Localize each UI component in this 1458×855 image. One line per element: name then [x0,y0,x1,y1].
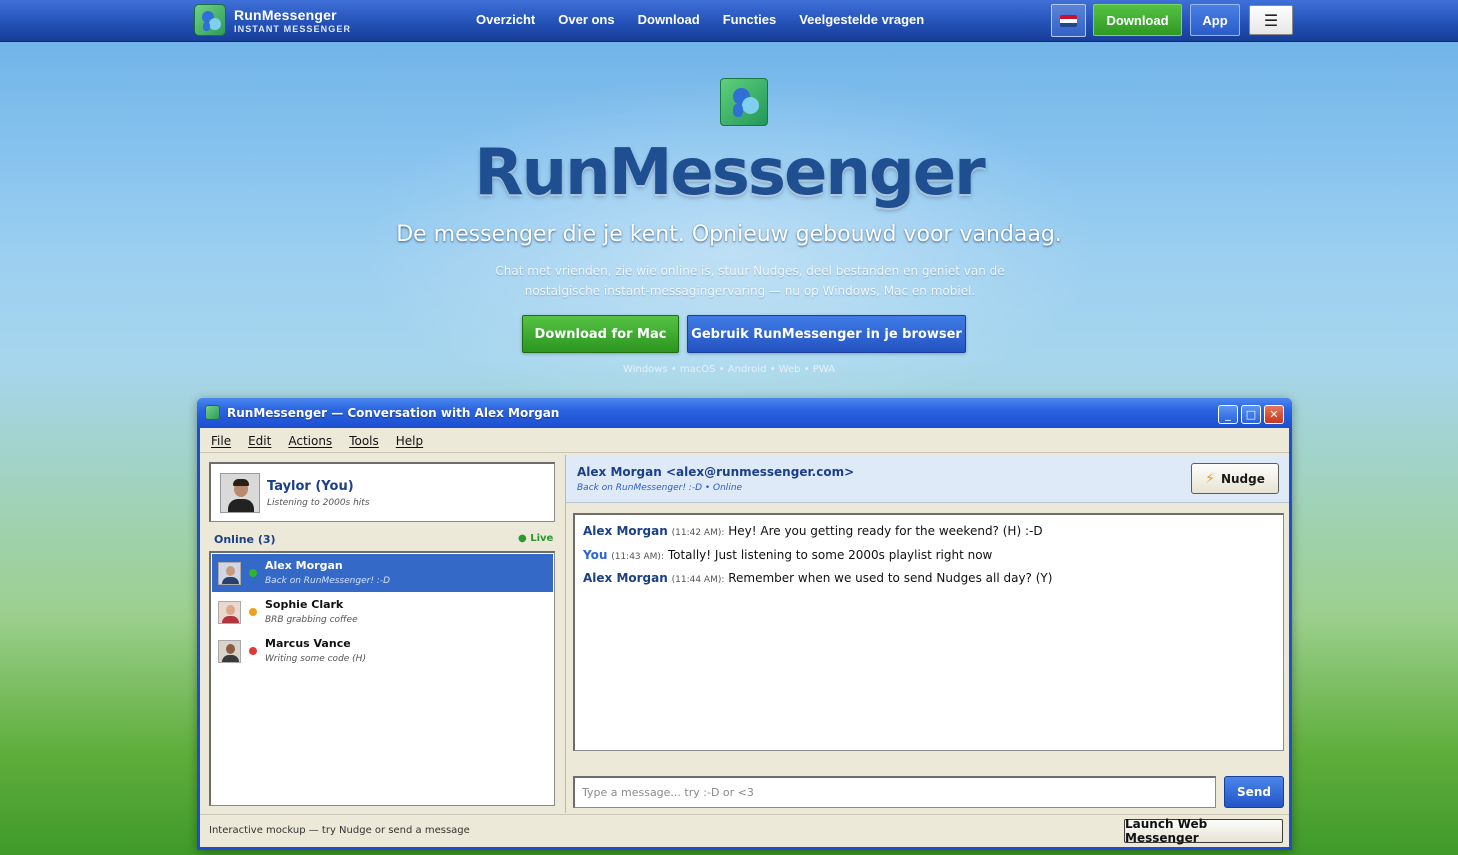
menubar: File Edit Actions Tools Help [200,428,1289,452]
presence-busy-icon [249,647,257,655]
message-input[interactable] [575,778,1215,807]
contact-name: Alex Morgan [265,559,343,572]
pane-splitter[interactable] [565,455,566,813]
contact-name: Sophie Clark [265,598,344,611]
my-display-name[interactable]: Taylor (You) [267,479,354,494]
window-app-icon [205,405,220,420]
maximize-button[interactable]: □ [1241,405,1261,424]
close-button[interactable]: ✕ [1264,405,1284,424]
nav-download-button[interactable]: Download [1093,4,1182,36]
menu-tools[interactable]: Tools [349,428,379,452]
presence-online-icon [249,569,257,577]
message-time: (11:42 AM): [671,528,725,538]
runmessenger-logo-icon [194,4,226,36]
nav-link-faq[interactable]: Veelgestelde vragen [799,12,924,27]
brand-subtitle: INSTANT MESSENGER [234,23,352,34]
download-mac-button[interactable]: Download for Mac [522,315,679,353]
message-history[interactable]: Alex Morgan (11:42 AM): Hey! Are you get… [573,513,1284,751]
message-sender: Alex Morgan [583,524,668,538]
menu-help[interactable]: Help [396,428,423,452]
launch-web-messenger-button[interactable]: Launch Web Messenger [1124,817,1283,845]
my-status-message[interactable]: Listening to 2000s hits [267,498,370,508]
nav-link-download[interactable]: Download [638,12,700,27]
nav-app-button[interactable]: App [1190,4,1240,36]
window-title: RunMessenger — Conversation with Alex Mo… [227,406,560,420]
recipient-status: Back on RunMessenger! :-D • Online [577,483,743,493]
contact-sophie-clark[interactable]: Sophie Clark BRB grabbing coffee [212,593,553,631]
presence-away-icon [249,608,257,616]
contact-marcus-vance[interactable]: Marcus Vance Writing some code (H) [212,632,553,670]
send-button[interactable]: Send [1224,776,1284,808]
nav-link-over-ons[interactable]: Over ons [558,12,614,27]
flag-nl-icon [1060,14,1077,27]
maximize-icon: □ [1245,408,1257,421]
message-text: Remember when we used to send Nudges all… [728,571,1053,585]
message-sender: Alex Morgan [583,571,668,585]
contacts-pane: Taylor (You) Listening to 2000s hits Onl… [200,455,565,813]
avatar [218,562,241,585]
message: Alex Morgan (11:44 AM): Remember when we… [583,571,1052,585]
my-profile-card[interactable]: Taylor (You) Listening to 2000s hits [209,462,555,522]
contact-status: Back on RunMessenger! :-D [265,576,390,586]
close-icon: ✕ [1269,408,1279,421]
hero-description: Chat met vrienden, zie wie online is, st… [495,264,1005,298]
minimize-icon: _ [1225,408,1231,421]
status-bar-text: Interactive mockup — try Nudge or send a… [209,825,470,836]
hero-tagline: De messenger die je kent. Opnieuw gebouw… [396,222,1062,247]
live-indicator: ● Live [518,533,554,544]
message-text: Totally! Just listening to some 2000s pl… [667,548,993,562]
message-time: (11:43 AM): [611,552,664,562]
nav-links: Overzicht Over ons Download Functies Vee… [476,12,924,27]
brand-title: RunMessenger [234,6,337,23]
lightning-icon: ⚡ [1205,470,1215,487]
hamburger-icon: ☰ [1263,10,1279,30]
nav-link-overzicht[interactable]: Overzicht [476,12,535,27]
menu-button[interactable]: ☰ [1249,5,1293,35]
my-avatar[interactable] [220,473,260,513]
message-time: (11:44 AM): [671,575,725,585]
brand-text: RunMessenger INSTANT MESSENGER [234,7,351,34]
menu-edit[interactable]: Edit [248,428,271,452]
avatar [218,640,241,663]
menu-file[interactable]: File [211,428,231,452]
language-button[interactable] [1051,4,1086,37]
menu-divider [200,452,1289,453]
nudge-button[interactable]: ⚡ Nudge [1191,463,1279,494]
use-in-browser-button[interactable]: Gebruik RunMessenger in je browser [687,315,966,353]
message-composer [573,776,1216,808]
status-divider [200,814,1289,815]
online-group-header[interactable]: Online (3) [214,533,276,546]
message: You (11:43 AM): Totally! Just listening … [583,548,992,562]
message: Alex Morgan (11:42 AM): Hey! Are you get… [583,524,1043,538]
contact-alex-morgan[interactable]: Alex Morgan Back on RunMessenger! :-D [212,554,553,592]
recipient-name: Alex Morgan <alex@runmessenger.com> [577,465,855,479]
contact-status: Writing some code (H) [265,654,366,664]
nudge-label: Nudge [1220,471,1265,486]
menu-actions[interactable]: Actions [288,428,332,452]
avatar [218,601,241,624]
brand[interactable]: RunMessenger INSTANT MESSENGER [194,4,351,36]
contact-status: BRB grabbing coffee [265,615,358,625]
window-titlebar[interactable]: RunMessenger — Conversation with Alex Mo… [197,398,1292,428]
nav-link-functies[interactable]: Functies [723,12,776,27]
message-text: Hey! Are you getting ready for the weeke… [728,524,1043,538]
minimize-button[interactable]: _ [1218,405,1238,424]
platforms-list: Windows • macOS • Android • Web • PWA [623,364,835,375]
messenger-window: RunMessenger — Conversation with Alex Mo… [197,398,1292,850]
conversation-header: Alex Morgan <alex@runmessenger.com> Back… [566,455,1289,503]
hero-logo-icon [720,78,768,126]
top-navbar: RunMessenger INSTANT MESSENGER Overzicht… [0,0,1458,42]
contact-name: Marcus Vance [265,637,351,650]
message-sender: You [583,548,608,562]
contact-list: Alex Morgan Back on RunMessenger! :-D So… [209,551,555,806]
hero-title: RunMessenger [474,136,985,210]
